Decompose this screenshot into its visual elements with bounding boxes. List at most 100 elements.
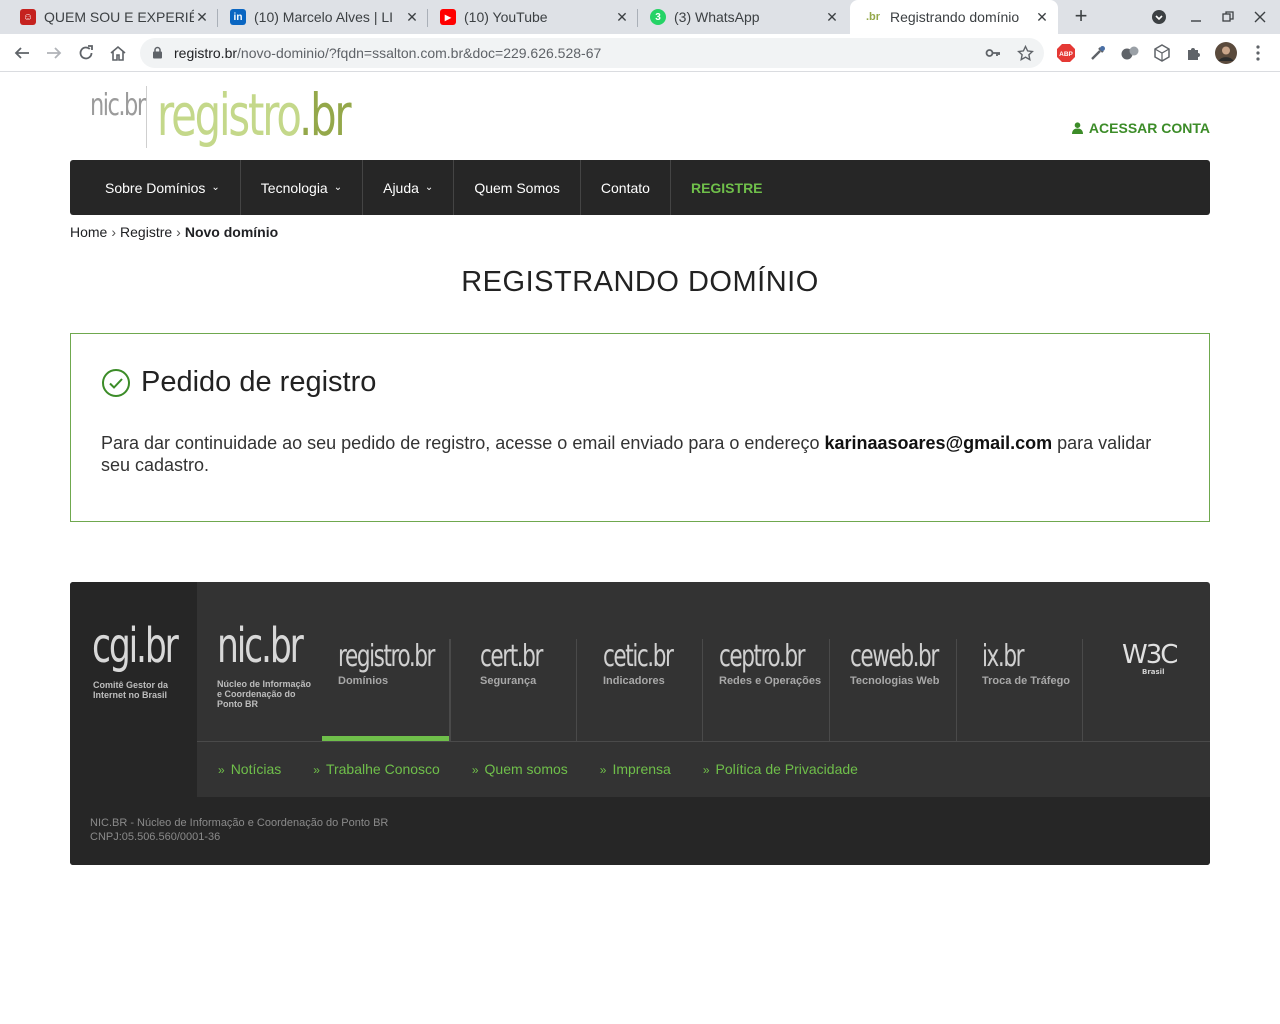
footer-link-quem-somos[interactable]: » Quem somos (472, 761, 584, 777)
forward-icon[interactable] (42, 41, 66, 65)
browser-toolbar: registro.br/novo-dominio/?fqdn=ssalton.c… (0, 34, 1280, 72)
close-tab-icon[interactable]: ✕ (404, 9, 420, 25)
cgi-sub-2: Internet no Brasil (93, 690, 168, 700)
tab-title: Registrando domínio (890, 9, 1020, 25)
breadcrumb: Home › Registre › Novo domínio (70, 224, 278, 240)
logo-registro-text: registro (157, 81, 301, 149)
account-link[interactable]: ACESSAR CONTA (1071, 120, 1210, 136)
key-icon[interactable] (983, 43, 1003, 63)
nav-item-tecnologia[interactable]: Tecnologia ⌄ (241, 160, 364, 215)
double-chevron-icon: » (218, 763, 225, 777)
footer-link-imprensa[interactable]: » Imprensa (600, 761, 687, 777)
logo-nic-br: nic.br (90, 88, 146, 123)
abp-label: ABP (1059, 51, 1073, 58)
double-chevron-icon: » (599, 763, 607, 777)
tab-title: QUEM SOU E EXPERIÊ (44, 9, 194, 25)
footer-link-label: Trabalhe Conosco (325, 761, 440, 777)
double-chevron-icon: » (313, 763, 320, 777)
tab-whatsapp[interactable]: 3 (3) WhatsApp ✕ (638, 0, 848, 34)
footer-link-label: Quem somos (484, 761, 568, 777)
nav-item-ajuda[interactable]: Ajuda ⌄ (363, 160, 455, 215)
logo-br-text: .br (298, 81, 352, 149)
linkedin-icon: in (230, 9, 246, 25)
tab-favicon-icon: ☺ (20, 9, 36, 25)
cube-icon[interactable] (1151, 42, 1173, 64)
menu-kebab-icon[interactable] (1247, 42, 1269, 64)
page-content: nic.br registro.br ACESSAR CONTA Sobre D… (0, 72, 1280, 1024)
home-icon[interactable] (106, 41, 130, 65)
brand-sub: Domínios (338, 675, 389, 687)
main-nav: Sobre Domínios ⌄ Tecnologia ⌄ Ajuda ⌄ Qu… (70, 160, 1210, 215)
nav-item-label: Tecnologia (260, 179, 328, 196)
footer-brand-cetic[interactable]: cetic.br Indicadores (577, 639, 703, 741)
footer-brand-ceptro[interactable]: ceptro.br Redes e Operações (703, 639, 830, 741)
adblock-plus-icon[interactable]: ABP (1055, 42, 1077, 64)
puzzle-icon[interactable] (1183, 42, 1205, 64)
w3c-sub: Brasil (1142, 668, 1165, 676)
notice-email: karinaasoares@gmail.com (824, 433, 1053, 453)
footer-link-trabalhe-conosco[interactable]: » Trabalhe Conosco (313, 761, 456, 777)
nav-item-label: Sobre Domínios (105, 179, 206, 196)
nav-item-registre[interactable]: REGISTRE (671, 160, 783, 215)
footer-link-politica-privacidade[interactable]: » Política de Privacidade (703, 761, 874, 777)
star-icon[interactable] (1015, 43, 1035, 63)
footer-w3c-logo[interactable]: W3C Brasil (1122, 640, 1178, 676)
cgi-sub-1: Comitê Gestor da (93, 680, 169, 690)
tab-quem-sou[interactable]: ☺ QUEM SOU E EXPERIÊ ✕ (8, 0, 218, 34)
nav-item-contato[interactable]: Contato (581, 160, 671, 215)
reload-icon[interactable] (74, 41, 98, 65)
restore-icon[interactable] (1212, 0, 1244, 34)
url-host: registro.br (174, 45, 238, 61)
lock-icon[interactable] (152, 46, 163, 64)
close-tab-icon[interactable]: ✕ (614, 9, 630, 25)
new-tab-button[interactable]: + (1070, 5, 1092, 28)
logo-divider (146, 86, 147, 148)
address-bar[interactable]: registro.br/novo-dominio/?fqdn=ssalton.c… (140, 38, 1044, 68)
back-icon[interactable] (10, 41, 34, 65)
legal-line-2: CNPJ:05.506.560/0001-36 (90, 831, 221, 843)
url-path: /novo-dominio/?fqdn=ssalton.com.br&doc=2… (237, 45, 602, 61)
close-tab-icon[interactable]: ✕ (1034, 9, 1050, 25)
footer-brand-registro[interactable]: registro.br Domínios (322, 639, 450, 742)
w3c-label: W3C (1122, 640, 1178, 670)
youtube-icon: ▶ (440, 9, 456, 25)
footer-brand-cert[interactable]: cert.br Segurança (450, 639, 577, 741)
eyedropper-icon[interactable] (1087, 42, 1109, 64)
url-text: registro.br/novo-dominio/?fqdn=ssalton.c… (174, 45, 601, 61)
nav-item-sobre-dominios[interactable]: Sobre Domínios ⌄ (70, 160, 241, 215)
close-tab-icon[interactable]: ✕ (824, 9, 840, 25)
footer-link-label: Imprensa (612, 761, 671, 777)
brand-name: ceweb.br (850, 639, 939, 674)
footer-link-noticias[interactable]: » Notícias (218, 761, 297, 777)
notice-box: Pedido de registro Para dar continuidade… (70, 333, 1210, 522)
logo-registro-br: registro.br (157, 86, 352, 144)
tab-registrando-dominio[interactable]: .br Registrando domínio ✕ (850, 0, 1058, 34)
close-window-icon[interactable] (1244, 0, 1276, 34)
footer-cgi-block[interactable]: cgi.br Comitê Gestor da Internet no Bras… (70, 582, 197, 797)
registro-br-icon: .br (865, 11, 881, 23)
tab-linkedin[interactable]: in (10) Marcelo Alves | LI ✕ (218, 0, 428, 34)
brand-sub: Indicadores (603, 675, 665, 687)
site-logo[interactable]: nic.br registro.br (90, 86, 424, 148)
close-tab-icon[interactable]: ✕ (194, 9, 210, 25)
profile-avatar[interactable] (1215, 42, 1237, 64)
brand-name: registro.br (338, 639, 435, 674)
brand-name: ceptro.br (719, 639, 806, 674)
footer-brand-ceweb[interactable]: ceweb.br Tecnologias Web (830, 639, 957, 741)
account-label: ACESSAR CONTA (1088, 120, 1210, 136)
footer-nic-block[interactable]: nic.br Núcleo de Informação e Coordenaçã… (197, 582, 322, 742)
breadcrumb-home[interactable]: Home (70, 224, 107, 240)
nic-sub-1: Núcleo de Informação (217, 679, 312, 689)
footer-link-label: Política de Privacidade (715, 761, 858, 777)
tab-search-icon[interactable] (1143, 0, 1175, 34)
notice-title-text: Pedido de registro (141, 366, 377, 398)
extension-icon[interactable] (1119, 42, 1141, 64)
nav-item-quem-somos[interactable]: Quem Somos (454, 160, 581, 215)
breadcrumb-registre[interactable]: Registre (120, 224, 172, 240)
double-chevron-icon: » (702, 763, 710, 777)
notice-message: Para dar continuidade ao seu pedido de r… (101, 432, 1181, 476)
brand-name: cetic.br (603, 639, 674, 674)
tab-youtube[interactable]: ▶ (10) YouTube ✕ (428, 0, 638, 34)
minimize-icon[interactable] (1180, 0, 1212, 34)
footer-brand-ix[interactable]: ix.br Troca de Tráfego (957, 639, 1083, 741)
